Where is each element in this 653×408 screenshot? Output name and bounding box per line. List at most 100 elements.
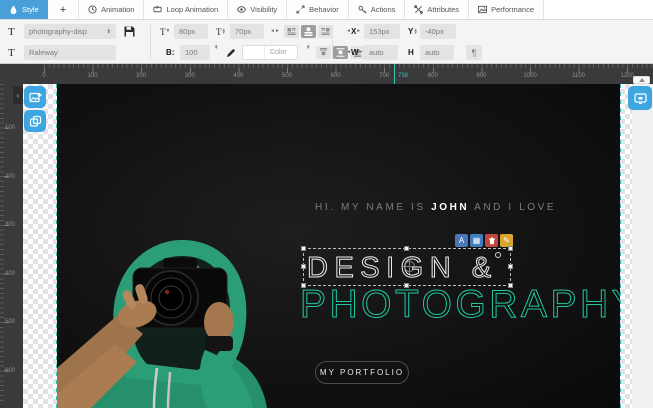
ruler-tick-label: 100 bbox=[5, 125, 15, 131]
rotate-handle[interactable] bbox=[495, 252, 501, 258]
duplicate-element-button[interactable] bbox=[24, 110, 46, 132]
scroll-up-button[interactable] bbox=[633, 76, 650, 84]
resize-handle-middle-left[interactable] bbox=[301, 264, 306, 269]
pen-icon bbox=[226, 48, 236, 58]
ruler-tick-label: 600 bbox=[331, 73, 341, 79]
image-icon bbox=[478, 5, 487, 14]
font-family-input[interactable]: Raleway bbox=[24, 45, 116, 60]
font-action-button[interactable]: A bbox=[455, 234, 468, 247]
tab-behavior[interactable]: Behavior bbox=[287, 0, 349, 19]
hero-heading-line1: DESIGN & bbox=[307, 250, 498, 286]
valign-stepper[interactable]: ▲▼ bbox=[306, 45, 310, 60]
text-color-picker[interactable]: Color bbox=[242, 45, 298, 60]
offpage-area-left bbox=[23, 84, 57, 408]
tab-label: Performance bbox=[491, 5, 534, 14]
loop-icon bbox=[153, 5, 162, 14]
ruler-tick-label: 1000 bbox=[523, 73, 536, 79]
paint-drop-icon bbox=[9, 5, 18, 14]
height-input[interactable]: auto bbox=[420, 45, 454, 60]
eye-icon bbox=[237, 5, 246, 14]
y-position-input[interactable]: -40px bbox=[420, 24, 456, 39]
tab-performance[interactable]: Performance bbox=[469, 0, 544, 19]
tab-visibility[interactable]: Visibility bbox=[228, 0, 287, 19]
tab-animation[interactable]: Animation bbox=[79, 0, 144, 19]
align-image-left-button[interactable] bbox=[284, 25, 299, 38]
resize-handle-top-middle[interactable] bbox=[404, 246, 409, 251]
hero-name: JOHN bbox=[431, 202, 469, 213]
style-tab-bar: Style + Animation Loop Animation Visibil… bbox=[0, 0, 653, 20]
ruler-tick-label: 100 bbox=[88, 73, 98, 79]
ruler-tick-label: 1200 bbox=[621, 73, 634, 79]
ruler-tick-label: 500 bbox=[282, 73, 292, 79]
font-weight-input[interactable]: 100 bbox=[180, 45, 210, 60]
ruler-tick-label: 400 bbox=[233, 73, 243, 79]
tab-attributes[interactable]: Attributes bbox=[405, 0, 469, 19]
width-input[interactable]: auto bbox=[364, 45, 398, 60]
page-boundary-left[interactable] bbox=[56, 84, 57, 408]
trash-icon bbox=[488, 237, 496, 245]
weight-stepper[interactable]: ▲▼ bbox=[214, 45, 218, 60]
tab-label: Attributes bbox=[427, 5, 459, 14]
eyedropper-button[interactable] bbox=[226, 45, 236, 60]
tab-label: Visibility bbox=[250, 5, 277, 14]
save-font-style-button[interactable] bbox=[124, 24, 135, 39]
line-height-input[interactable]: 70px bbox=[230, 24, 264, 39]
ruler-tick-label: 300 bbox=[185, 73, 195, 79]
x-position-input[interactable]: 153px bbox=[364, 24, 400, 39]
typography-toolbar: T photography-disp ▲▼ T▼ 80px T▲▼ 70px ◄… bbox=[0, 20, 653, 64]
selected-text-element[interactable]: DESIGN & bbox=[303, 248, 511, 286]
tab-loop-animation[interactable]: Loop Animation bbox=[144, 0, 228, 19]
grid-action-button[interactable]: ▦ bbox=[470, 234, 483, 247]
design-workspace: HI. MY NAME IS JOHN AND I LOVE A ▦ ✎ DES… bbox=[23, 84, 653, 408]
clock-icon bbox=[88, 5, 97, 14]
tab-actions[interactable]: Actions bbox=[349, 0, 406, 19]
font-size-input[interactable]: 80px bbox=[174, 24, 208, 39]
resize-handle-top-left[interactable] bbox=[301, 246, 306, 251]
ruler-tick-label: 800 bbox=[428, 73, 438, 79]
photographer-image[interactable] bbox=[57, 218, 307, 408]
monitor-icon bbox=[634, 92, 647, 105]
tab-add[interactable]: + bbox=[48, 0, 79, 19]
tab-label: Actions bbox=[371, 5, 396, 14]
key-icon bbox=[358, 5, 367, 14]
collapse-panel-handle[interactable]: ‹ bbox=[13, 86, 23, 104]
ruler-horizontal[interactable]: 738 010020030040050060070080090010001100… bbox=[0, 64, 653, 84]
width-label: W bbox=[351, 48, 359, 57]
delete-action-button[interactable] bbox=[485, 234, 498, 247]
hero-intro-text[interactable]: HI. MY NAME IS JOHN AND I LOVE bbox=[315, 202, 556, 213]
anchor-crosshair-icon bbox=[404, 261, 415, 272]
ruler-cursor-line bbox=[394, 64, 395, 84]
add-image-icon bbox=[29, 91, 42, 104]
offpage-area-right bbox=[620, 84, 632, 408]
resize-handle-middle-right[interactable] bbox=[508, 264, 513, 269]
tab-label: Animation bbox=[101, 5, 134, 14]
tab-label: Style bbox=[22, 5, 39, 14]
ruler-vertical[interactable]: 100200300400500600 bbox=[0, 84, 23, 408]
tab-label: Behavior bbox=[309, 5, 339, 14]
align-image-center-button[interactable] bbox=[301, 25, 316, 38]
my-portfolio-button[interactable]: MY PORTFOLIO bbox=[315, 361, 409, 384]
ruler-tick-label: 500 bbox=[5, 319, 15, 325]
tab-style[interactable]: Style bbox=[0, 0, 48, 19]
preview-desktop-button[interactable] bbox=[628, 86, 652, 110]
paragraph-direction-button[interactable]: ¶ bbox=[466, 45, 482, 60]
hero-heading-line2[interactable]: PHOTOGRAPHY bbox=[300, 283, 620, 327]
floppy-disk-icon bbox=[124, 26, 135, 37]
toolbar-divider bbox=[150, 25, 151, 59]
add-image-button[interactable] bbox=[24, 86, 46, 108]
tab-bar-spacer bbox=[544, 0, 653, 19]
color-swatch bbox=[243, 46, 265, 59]
valign-top-button[interactable] bbox=[316, 46, 331, 59]
page-boundary-right[interactable] bbox=[620, 84, 621, 408]
ruler-tick-label: 1100 bbox=[572, 73, 585, 79]
align-image-right-button[interactable] bbox=[318, 25, 333, 38]
ruler-cursor-value: 738 bbox=[398, 73, 408, 79]
ruler-tick-label: 900 bbox=[476, 73, 486, 79]
ruler-tick-label: 200 bbox=[136, 73, 146, 79]
ruler-tick-label: 600 bbox=[5, 368, 15, 374]
element-action-bar: A ▦ ✎ bbox=[455, 234, 513, 247]
page-canvas[interactable]: HI. MY NAME IS JOHN AND I LOVE A ▦ ✎ DES… bbox=[57, 84, 620, 408]
font-display-select[interactable]: photography-disp ▲▼ bbox=[24, 24, 116, 39]
ruler-tick-label: 700 bbox=[379, 73, 389, 79]
resize-handle-top-right[interactable] bbox=[508, 246, 513, 251]
